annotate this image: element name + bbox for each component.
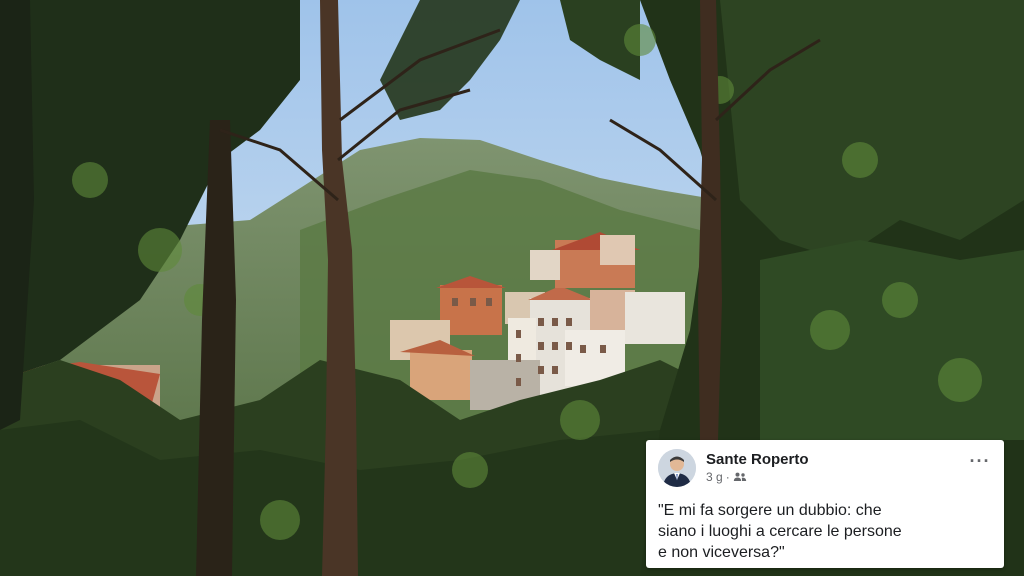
post-time[interactable]: 3 g bbox=[706, 469, 723, 485]
friends-icon bbox=[733, 472, 746, 481]
separator-dot: · bbox=[725, 470, 730, 484]
author-name[interactable]: Sante Roperto bbox=[706, 451, 968, 469]
avatar[interactable] bbox=[658, 449, 696, 487]
post-subline: 3 g · bbox=[706, 469, 968, 485]
profile-photo-icon bbox=[658, 449, 696, 487]
more-options-icon[interactable]: ··· bbox=[968, 451, 992, 471]
post-text: "E mi fa sorgere un dubbio: che siano i … bbox=[658, 502, 902, 561]
social-post-card[interactable]: Sante Roperto 3 g · ··· "E mi fa sorgere… bbox=[646, 440, 1004, 568]
post-header: Sante Roperto 3 g · ··· bbox=[658, 448, 992, 488]
post-meta: Sante Roperto 3 g · bbox=[706, 451, 968, 485]
